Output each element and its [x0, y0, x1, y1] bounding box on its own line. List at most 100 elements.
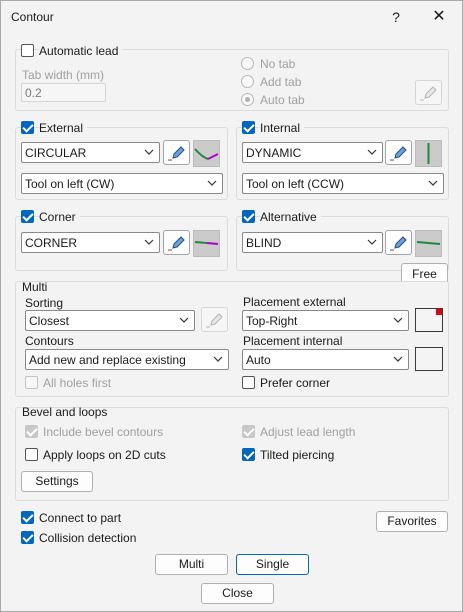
- lead-preview-icon: [194, 148, 219, 160]
- alternative-label: Alternative: [260, 210, 321, 224]
- tab-width-label: Tab width (mm): [22, 68, 105, 82]
- tilted-piercing-checkbox[interactable]: [242, 448, 255, 461]
- pencil-icon: [168, 236, 185, 251]
- auto-tab-radio[interactable]: [241, 93, 254, 106]
- close-window-button[interactable]: ✕: [427, 7, 451, 27]
- chevron-down-icon: [393, 317, 403, 323]
- no-tab-label: No tab: [260, 57, 296, 71]
- lead-preview-icon: [427, 143, 430, 164]
- chevron-down-icon: [144, 149, 154, 155]
- sorting-select[interactable]: Closest: [25, 310, 195, 331]
- chevron-down-icon: [367, 149, 377, 155]
- pencil-icon: [390, 146, 407, 161]
- chevron-down-icon: [393, 356, 403, 362]
- auto-tab-label: Auto tab: [260, 93, 305, 107]
- sorting-value: Closest: [29, 314, 70, 328]
- no-tab-radio[interactable]: [241, 57, 254, 70]
- add-tab-radio[interactable]: [241, 75, 254, 88]
- external-direction-select[interactable]: Tool on left (CW): [21, 173, 223, 194]
- contours-label: Contours: [25, 334, 74, 348]
- chevron-down-icon: [428, 180, 438, 186]
- alternative-lead-type-select[interactable]: BLIND: [242, 232, 383, 253]
- chevron-down-icon: [179, 317, 189, 323]
- settings-button[interactable]: Settings: [21, 471, 93, 492]
- lead-preview-icon: [416, 241, 441, 245]
- placement-internal-value: Auto: [246, 353, 271, 367]
- pencil-icon: [390, 236, 407, 251]
- bevel-loops-group-title: Bevel and loops: [22, 405, 108, 419]
- include-bevel-label: Include bevel contours: [43, 425, 164, 439]
- external-edit-button[interactable]: [163, 140, 190, 165]
- sorting-label: Sorting: [25, 296, 64, 310]
- automatic-lead-checkbox[interactable]: [21, 44, 34, 57]
- multi-button[interactable]: Multi: [155, 554, 228, 575]
- corner-edit-button[interactable]: [163, 230, 190, 255]
- adjust-lead-length-checkbox[interactable]: [242, 425, 255, 438]
- alternative-checkbox[interactable]: [242, 210, 255, 223]
- prefer-corner-label: Prefer corner: [260, 376, 331, 390]
- placement-external-label: Placement external: [243, 295, 346, 309]
- external-checkbox[interactable]: [21, 121, 34, 134]
- include-bevel-checkbox[interactable]: [25, 425, 38, 438]
- alternative-lead-type-value: BLIND: [246, 236, 282, 250]
- multi-group-title: Multi: [22, 280, 48, 294]
- automatic-lead-label: Automatic lead: [39, 44, 123, 58]
- lead-preview-icon: [194, 241, 219, 245]
- contours-select[interactable]: Add new and replace existing: [25, 349, 229, 370]
- external-lead-preview: [193, 140, 220, 167]
- contour-dialog: Contour ? ✕ Automatic lead Tab width (mm…: [0, 0, 463, 612]
- collision-detection-label: Collision detection: [39, 531, 137, 545]
- connect-to-part-checkbox[interactable]: [21, 511, 34, 524]
- prefer-corner-checkbox[interactable]: [242, 376, 255, 389]
- apply-loops-checkbox[interactable]: [25, 448, 38, 461]
- external-lead-type-select[interactable]: CIRCULAR: [21, 142, 160, 163]
- sorting-edit-button[interactable]: [201, 307, 228, 332]
- tab-edit-button[interactable]: [415, 80, 442, 105]
- external-direction-value: Tool on left (CW): [25, 177, 115, 191]
- pencil-icon: [206, 313, 223, 328]
- pencil-icon: [168, 146, 185, 161]
- external-lead-type-value: CIRCULAR: [25, 146, 87, 160]
- contours-value: Add new and replace existing: [29, 353, 186, 367]
- placement-internal-label: Placement internal: [243, 334, 343, 348]
- close-button[interactable]: Close: [201, 583, 274, 604]
- add-tab-label: Add tab: [260, 75, 302, 89]
- collision-detection-checkbox[interactable]: [21, 531, 34, 544]
- pencil-icon: [420, 86, 437, 101]
- internal-lead-preview: [415, 140, 442, 167]
- connect-to-part-label: Connect to part: [39, 511, 122, 525]
- internal-lead-type-value: DYNAMIC: [246, 146, 302, 160]
- placement-marker: [436, 309, 442, 315]
- favorites-button[interactable]: Favorites: [376, 511, 448, 532]
- help-button[interactable]: ?: [389, 7, 403, 27]
- placement-internal-select[interactable]: Auto: [242, 349, 409, 370]
- internal-direction-select[interactable]: Tool on left (CCW): [242, 173, 444, 194]
- corner-lead-type-value: CORNER: [25, 236, 78, 250]
- alternative-edit-button[interactable]: [385, 230, 412, 255]
- internal-lead-type-select[interactable]: DYNAMIC: [242, 142, 383, 163]
- alternative-lead-preview: [415, 230, 442, 257]
- tab-width-input[interactable]: 0.2: [21, 83, 106, 102]
- placement-external-preview: [415, 308, 443, 332]
- placement-internal-preview: [415, 347, 443, 371]
- tab-width-value: 0.2: [25, 86, 42, 100]
- corner-lead-preview: [193, 230, 220, 257]
- tilted-piercing-label: Tilted piercing: [260, 448, 335, 462]
- single-button[interactable]: Single: [236, 554, 309, 575]
- title-bar: Contour ? ✕: [1, 1, 462, 33]
- chevron-down-icon: [213, 356, 223, 362]
- placement-external-select[interactable]: Top-Right: [242, 310, 409, 331]
- all-holes-first-checkbox[interactable]: [25, 376, 38, 389]
- chevron-down-icon: [144, 239, 154, 245]
- corner-checkbox[interactable]: [21, 210, 34, 223]
- internal-direction-value: Tool on left (CCW): [246, 177, 345, 191]
- chevron-down-icon: [207, 180, 217, 186]
- corner-lead-type-select[interactable]: CORNER: [21, 232, 160, 253]
- adjust-lead-length-label: Adjust lead length: [260, 425, 356, 439]
- apply-loops-label: Apply loops on 2D cuts: [43, 448, 166, 462]
- corner-label: Corner: [39, 210, 80, 224]
- internal-label: Internal: [260, 121, 305, 135]
- internal-checkbox[interactable]: [242, 121, 255, 134]
- external-label: External: [39, 121, 88, 135]
- internal-edit-button[interactable]: [385, 140, 412, 165]
